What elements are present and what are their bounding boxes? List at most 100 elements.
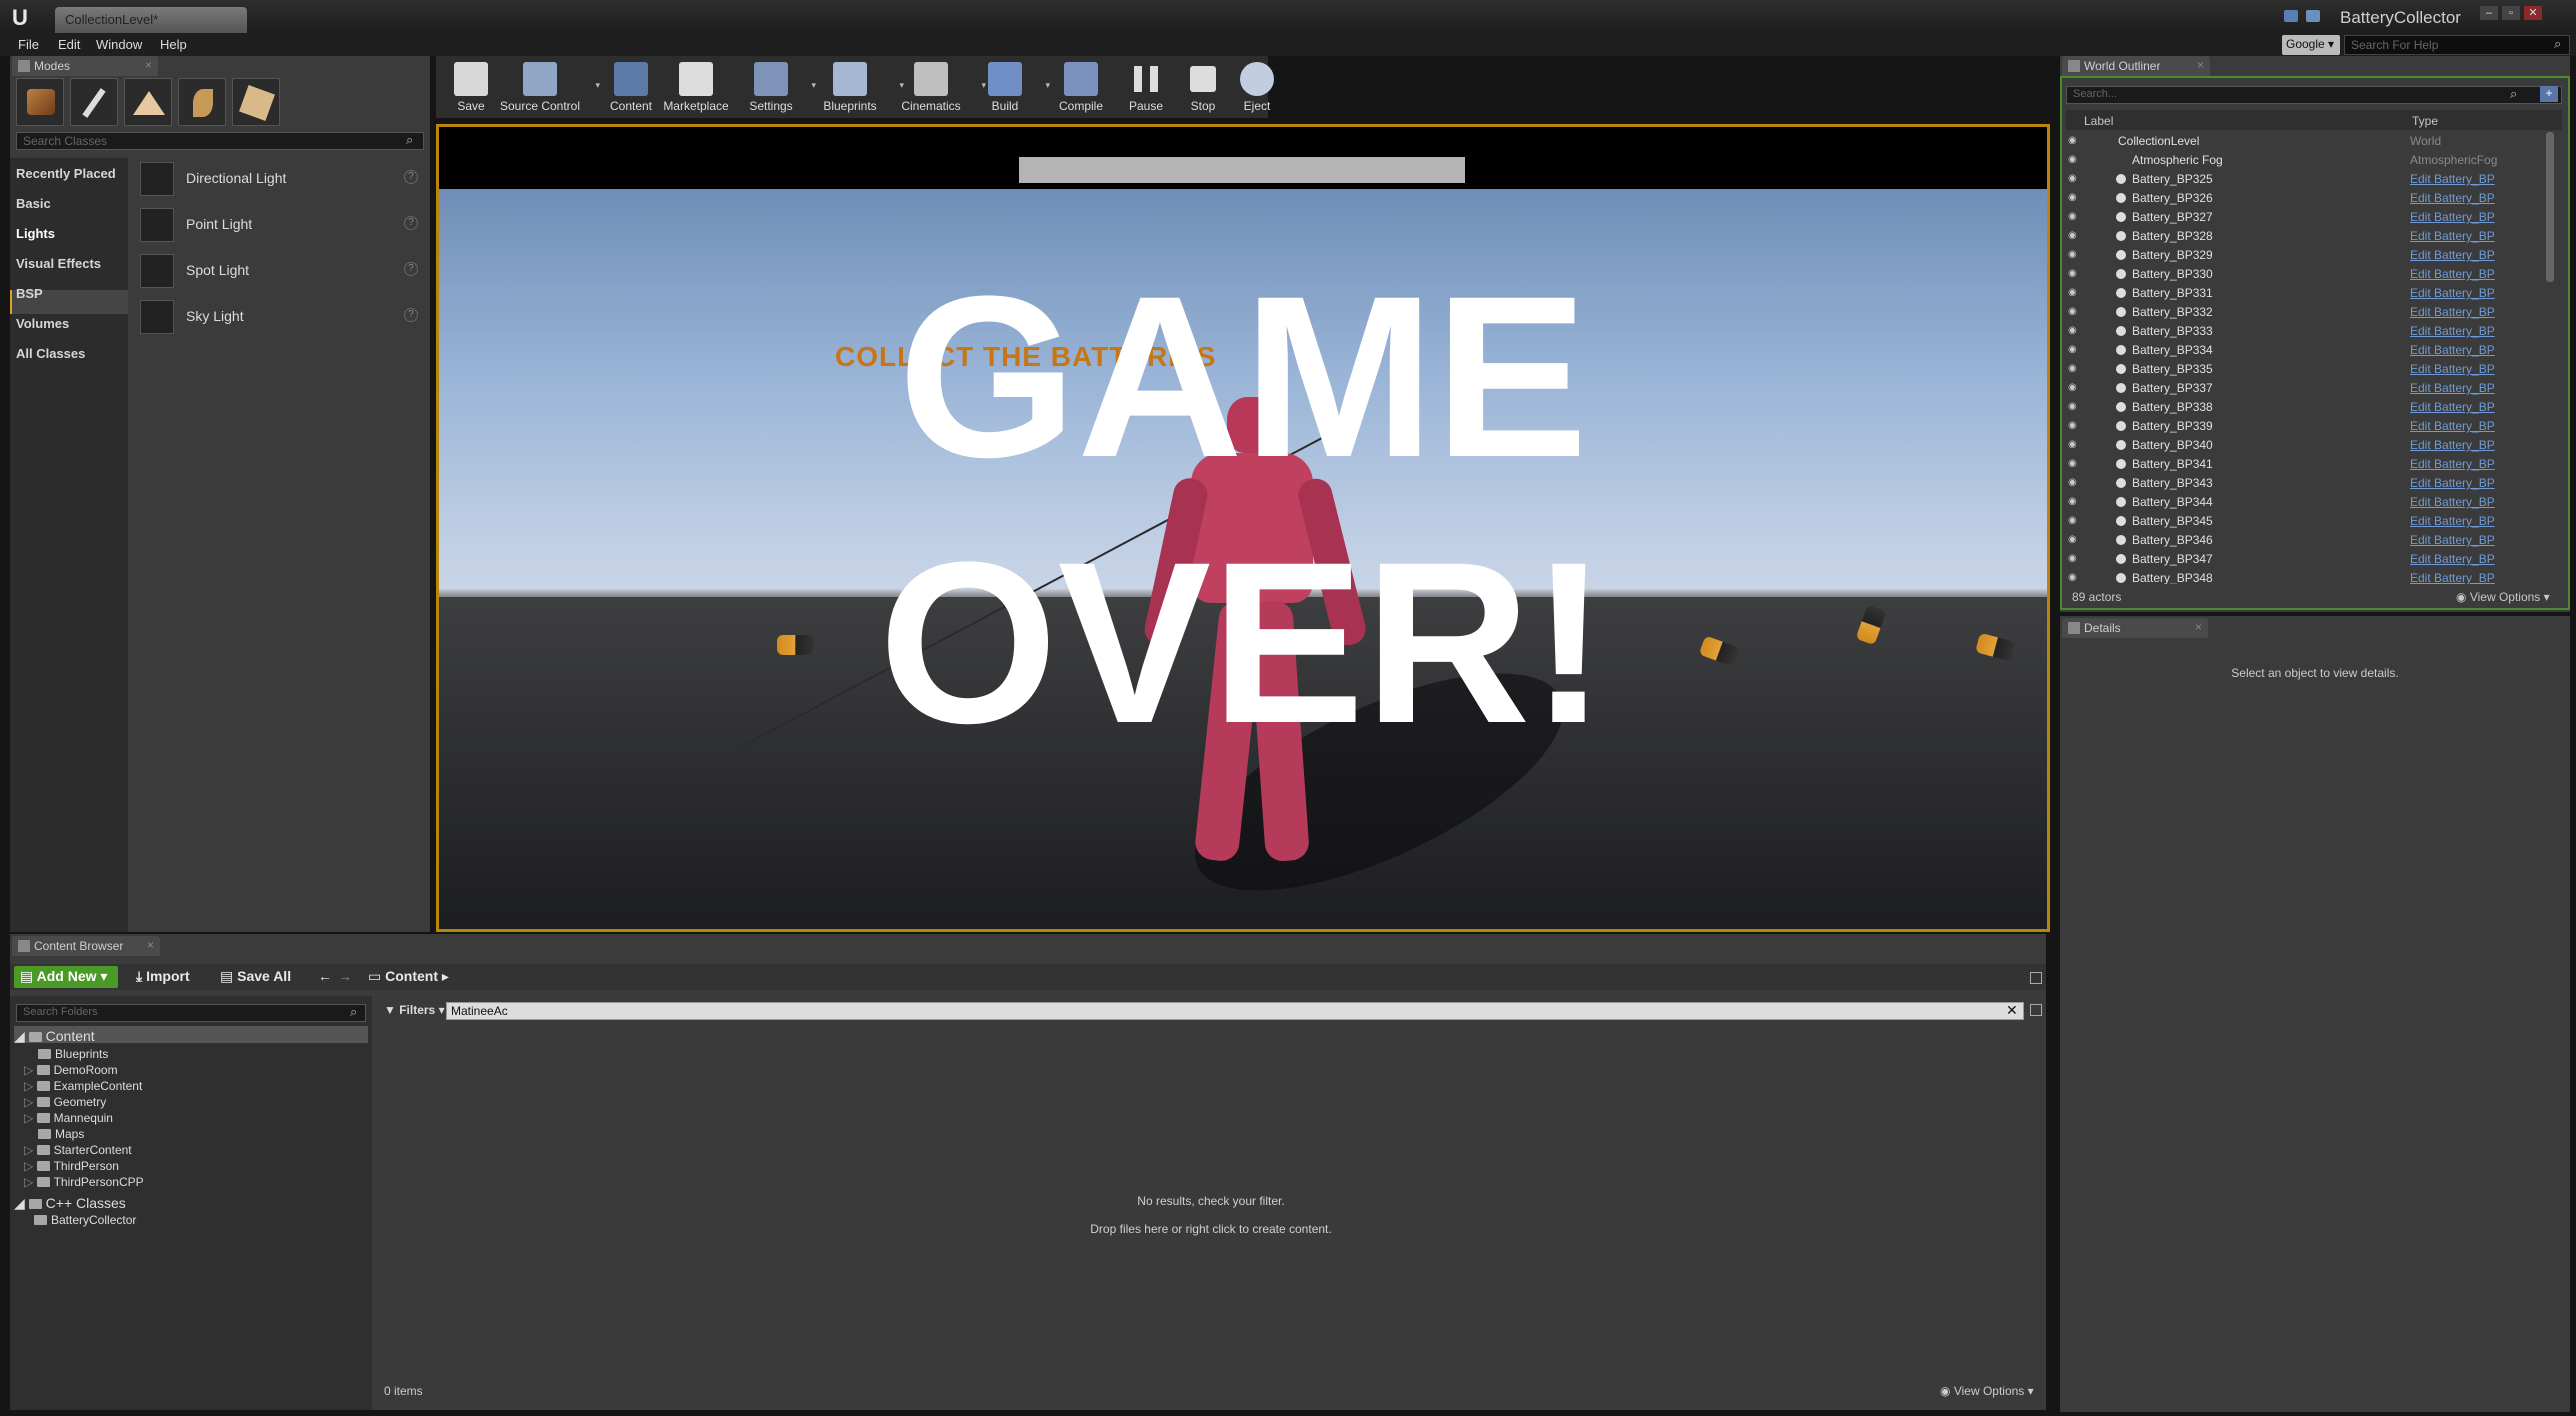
outliner-row[interactable]: ◉ Battery_BP338 Edit Battery_BP [2066, 398, 2554, 417]
edit-blueprint-link[interactable]: Edit Battery_BP [2410, 343, 2495, 357]
edit-blueprint-link[interactable]: Edit Battery_BP [2410, 210, 2495, 224]
search-folders-input[interactable]: Search Folders [16, 1004, 366, 1022]
outliner-row[interactable]: ◉ Battery_BP335 Edit Battery_BP [2066, 360, 2554, 379]
outliner-row[interactable]: ◉ Battery_BP325 Edit Battery_BP [2066, 170, 2554, 189]
tree-content-root[interactable]: ◢ Content [14, 1028, 95, 1045]
close-icon[interactable]: × [2195, 620, 2202, 634]
visibility-eye-icon[interactable]: ◉ [2068, 439, 2080, 450]
visibility-eye-icon[interactable]: ◉ [2068, 211, 2080, 222]
outliner-row[interactable]: ◉ Battery_BP332 Edit Battery_BP [2066, 303, 2554, 322]
edit-blueprint-link[interactable]: Edit Battery_BP [2410, 362, 2495, 376]
edit-blueprint-link[interactable]: Edit Battery_BP [2410, 324, 2495, 338]
outliner-row[interactable]: ◉ Battery_BP334 Edit Battery_BP [2066, 341, 2554, 360]
edit-blueprint-link[interactable]: Edit Battery_BP [2410, 552, 2495, 566]
lock-icon[interactable] [2030, 972, 2042, 984]
outliner-row[interactable]: ◉ Battery_BP333 Edit Battery_BP [2066, 322, 2554, 341]
edit-blueprint-link[interactable]: Edit Battery_BP [2410, 191, 2495, 205]
tree-folder-examplecontent[interactable]: ▷ ExampleContent [24, 1079, 142, 1093]
visibility-eye-icon[interactable]: ◉ [2068, 192, 2080, 203]
tree-folder-geometry[interactable]: ▷ Geometry [24, 1095, 106, 1109]
tree-folder-demoroom[interactable]: ▷ DemoRoom [24, 1063, 118, 1077]
visibility-eye-icon[interactable]: ◉ [2068, 344, 2080, 355]
tree-folder-batterycollector[interactable]: BatteryCollector [34, 1213, 136, 1227]
edit-blueprint-link[interactable]: Edit Battery_BP [2410, 438, 2495, 452]
tree-folder-mannequin[interactable]: ▷ Mannequin [24, 1111, 113, 1125]
outliner-row[interactable]: ◉ Battery_BP326 Edit Battery_BP [2066, 189, 2554, 208]
tab-details[interactable]: Details × [2062, 618, 2208, 638]
tree-folder-blueprints[interactable]: Blueprints [24, 1047, 108, 1061]
visibility-eye-icon[interactable]: ◉ [2068, 173, 2080, 184]
clear-search-icon[interactable]: ✕ [2006, 1002, 2018, 1019]
expand-arrow-icon[interactable]: ▷ [24, 1143, 33, 1157]
edit-blueprint-link[interactable]: Edit Battery_BP [2410, 172, 2495, 186]
edit-blueprint-link[interactable]: Edit Battery_BP [2410, 267, 2495, 281]
edit-blueprint-link[interactable]: Edit Battery_BP [2410, 286, 2495, 300]
outliner-row[interactable]: ◉ Battery_BP330 Edit Battery_BP [2066, 265, 2554, 284]
outliner-row[interactable]: ◉ Battery_BP340 Edit Battery_BP [2066, 436, 2554, 455]
outliner-row[interactable]: ◉ Battery_BP328 Edit Battery_BP [2066, 227, 2554, 246]
visibility-eye-icon[interactable]: ◉ [2068, 458, 2080, 469]
visibility-eye-icon[interactable]: ◉ [2068, 534, 2080, 545]
visibility-eye-icon[interactable]: ◉ [2068, 306, 2080, 317]
edit-blueprint-link[interactable]: Edit Battery_BP [2410, 400, 2495, 414]
edit-blueprint-link[interactable]: Edit Battery_BP [2410, 248, 2495, 262]
tree-folder-maps[interactable]: Maps [24, 1127, 84, 1141]
visibility-eye-icon[interactable]: ◉ [2068, 325, 2080, 336]
outliner-row[interactable]: ◉ Battery_BP343 Edit Battery_BP [2066, 474, 2554, 493]
edit-blueprint-link[interactable]: Edit Battery_BP [2410, 305, 2495, 319]
visibility-eye-icon[interactable]: ◉ [2068, 572, 2080, 583]
edit-blueprint-link[interactable]: Edit Battery_BP [2410, 381, 2495, 395]
visibility-eye-icon[interactable]: ◉ [2068, 363, 2080, 374]
outliner-row[interactable]: ◉ Battery_BP348 Edit Battery_BP [2066, 569, 2554, 584]
outliner-row[interactable]: ◉ Battery_BP345 Edit Battery_BP [2066, 512, 2554, 531]
tree-cpp-root[interactable]: ◢ C++ Classes [14, 1195, 126, 1212]
save-all-button[interactable]: ▤ Save All [214, 966, 297, 988]
add-new-button[interactable]: ▤ Add New ▾ [14, 966, 118, 988]
visibility-eye-icon[interactable]: ◉ [2068, 553, 2080, 564]
outliner-row[interactable]: ◉ Battery_BP337 Edit Battery_BP [2066, 379, 2554, 398]
view-options-button[interactable]: ◉ View Options ▾ [2456, 590, 2550, 604]
visibility-eye-icon[interactable]: ◉ [2068, 477, 2080, 488]
edit-blueprint-link[interactable]: Edit Battery_BP [2410, 514, 2495, 528]
filters-button[interactable]: ▼ Filters ▾ [380, 1002, 449, 1020]
expand-arrow-icon[interactable]: ▷ [24, 1175, 33, 1189]
import-button[interactable]: ⤓ Import [130, 966, 196, 988]
edit-blueprint-link[interactable]: Edit Battery_BP [2410, 476, 2495, 490]
visibility-eye-icon[interactable]: ◉ [2068, 382, 2080, 393]
outliner-row[interactable]: ◉ Battery_BP341 Edit Battery_BP [2066, 455, 2554, 474]
visibility-eye-icon[interactable]: ◉ [2068, 420, 2080, 431]
asset-search-input[interactable]: MatineeAc [446, 1002, 2024, 1020]
expand-arrow-icon[interactable]: ▷ [24, 1095, 33, 1109]
edit-blueprint-link[interactable]: Edit Battery_BP [2410, 495, 2495, 509]
visibility-eye-icon[interactable]: ◉ [2068, 249, 2080, 260]
visibility-eye-icon[interactable]: ◉ [2068, 515, 2080, 526]
outliner-row[interactable]: ◉ Battery_BP344 Edit Battery_BP [2066, 493, 2554, 512]
edit-blueprint-link[interactable]: Edit Battery_BP [2410, 533, 2495, 547]
outliner-row[interactable]: ◉ Battery_BP347 Edit Battery_BP [2066, 550, 2554, 569]
close-icon[interactable]: × [147, 938, 154, 952]
breadcrumb[interactable]: ▭ Content ▸ [362, 966, 455, 988]
outliner-row[interactable]: ◉ Battery_BP346 Edit Battery_BP [2066, 531, 2554, 550]
tree-folder-startercontent[interactable]: ▷ StarterContent [24, 1143, 132, 1157]
visibility-eye-icon[interactable]: ◉ [2068, 230, 2080, 241]
visibility-eye-icon[interactable]: ◉ [2068, 496, 2080, 507]
outliner-row[interactable]: ◉ Battery_BP329 Edit Battery_BP [2066, 246, 2554, 265]
expand-arrow-icon[interactable]: ▷ [24, 1111, 33, 1125]
view-options-button[interactable]: ◉ View Options ▾ [1940, 1384, 2034, 1398]
forward-arrow-icon[interactable]: → [332, 966, 358, 988]
outliner-scrollbar[interactable] [2546, 132, 2554, 282]
outliner-row[interactable]: ◉ Battery_BP331 Edit Battery_BP [2066, 284, 2554, 303]
edit-blueprint-link[interactable]: Edit Battery_BP [2410, 571, 2495, 584]
tab-content-browser[interactable]: Content Browser × [12, 936, 160, 956]
expand-arrow-icon[interactable]: ▷ [24, 1079, 33, 1093]
expand-arrow-icon[interactable]: ▷ [24, 1063, 33, 1077]
tree-folder-thirdpersoncpp[interactable]: ▷ ThirdPersonCPP [24, 1175, 144, 1189]
edit-blueprint-link[interactable]: Edit Battery_BP [2410, 457, 2495, 471]
visibility-eye-icon[interactable]: ◉ [2068, 401, 2080, 412]
save-search-icon[interactable] [2030, 1004, 2042, 1016]
visibility-eye-icon[interactable]: ◉ [2068, 268, 2080, 279]
visibility-eye-icon[interactable]: ◉ [2068, 287, 2080, 298]
edit-blueprint-link[interactable]: Edit Battery_BP [2410, 229, 2495, 243]
expand-arrow-icon[interactable]: ▷ [24, 1159, 33, 1173]
outliner-row[interactable]: ◉ Battery_BP339 Edit Battery_BP [2066, 417, 2554, 436]
